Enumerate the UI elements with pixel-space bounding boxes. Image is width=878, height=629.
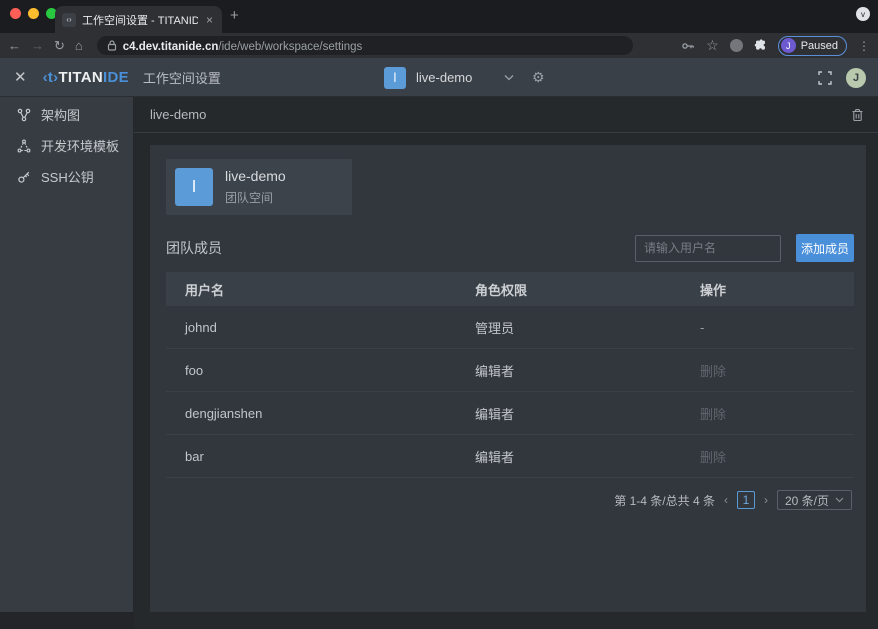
window-controls — [10, 8, 57, 19]
address-bar[interactable]: c4.dev.titanide.cn/ide/web/workspace/set… — [97, 36, 633, 55]
members-section-bar: 团队成员 添加成员 — [166, 234, 854, 262]
code-favicon-icon: ‹› — [62, 13, 76, 27]
window-minimize-button[interactable] — [28, 8, 39, 19]
sidebar-item-dev-env-template[interactable]: 开发环境模板 — [0, 130, 133, 161]
member-role: 管理员 — [475, 318, 700, 337]
member-username: dengjianshen — [185, 406, 475, 421]
tab-close-icon[interactable]: × — [204, 13, 215, 27]
workspace-card-type: 团队空间 — [225, 189, 286, 206]
member-role: 编辑者 — [475, 447, 700, 466]
member-username: johnd — [185, 320, 475, 335]
chevron-down-icon[interactable] — [504, 74, 514, 81]
main-area: live-demo l live-demo 团队空间 团队成员 — [134, 97, 878, 629]
browser-profile-avatar: J — [781, 38, 796, 53]
browser-tab-strip: ‹› 工作空间设置 - TITANIDE × + v — [0, 0, 878, 33]
url-domain: c4.dev.titanide.cn — [123, 41, 219, 53]
pagination: 第 1-4 条/总共 4 条 ‹ 1 › 20 条/页 — [166, 490, 854, 510]
url-path: /ide/web/workspace/settings — [218, 41, 362, 53]
gear-icon[interactable]: ⚙ — [532, 69, 545, 86]
window-close-button[interactable] — [10, 8, 21, 19]
delete-workspace-trash-icon[interactable] — [851, 108, 864, 122]
back-icon[interactable]: ← — [8, 39, 21, 52]
browser-tab[interactable]: ‹› 工作空间设置 - TITANIDE × — [55, 6, 222, 33]
pagination-summary: 第 1-4 条/总共 4 条 — [614, 492, 715, 509]
panel-area: l live-demo 团队空间 团队成员 添加成员 用户名 — [134, 133, 878, 629]
tab-search-icon[interactable]: v — [856, 7, 870, 21]
sidebar-item-label: SSH公钥 — [41, 167, 94, 186]
lock-icon — [107, 40, 117, 51]
page-title: 工作空间设置 — [143, 68, 221, 87]
member-role: 编辑者 — [475, 404, 700, 423]
column-header-username: 用户名 — [185, 280, 475, 299]
sidebar-item-label: 架构图 — [41, 105, 80, 124]
chrome-menu-icon[interactable]: ⋮ — [858, 39, 870, 53]
key-icon[interactable] — [681, 39, 695, 53]
extensions-puzzle-icon[interactable] — [754, 39, 767, 52]
workspace-switcher[interactable]: l live-demo ⚙ — [384, 58, 545, 97]
table-header-row: 用户名 角色权限 操作 — [166, 272, 854, 306]
delete-member-link[interactable]: 删除 — [700, 447, 854, 466]
fullscreen-icon[interactable] — [818, 71, 832, 85]
members-section-title: 团队成员 — [166, 238, 222, 258]
column-header-action: 操作 — [700, 280, 854, 299]
settings-panel: l live-demo 团队空间 团队成员 添加成员 用户名 — [150, 145, 866, 612]
app-close-icon[interactable]: ✕ — [14, 68, 27, 86]
workspace-card-name: live-demo — [225, 168, 286, 184]
workspace-avatar: l — [384, 67, 406, 89]
delete-member-link[interactable]: 删除 — [700, 361, 854, 380]
forward-icon[interactable]: → — [31, 39, 44, 52]
home-icon[interactable]: ⌂ — [75, 39, 83, 52]
template-triangle-icon — [17, 139, 31, 153]
column-header-role: 角色权限 — [475, 280, 700, 299]
workspace-card-avatar: l — [175, 168, 213, 206]
toolbar-right-icons: ☆ J Paused ⋮ — [681, 36, 870, 56]
titanide-logo: ‹t›TITANIDE — [43, 69, 129, 86]
member-action-none: - — [700, 320, 854, 335]
workspace-card: l live-demo 团队空间 — [166, 159, 352, 215]
user-avatar[interactable]: J — [846, 68, 866, 88]
key-icon — [17, 170, 31, 184]
sidebar-item-label: 开发环境模板 — [41, 136, 119, 155]
current-page-button[interactable]: 1 — [737, 491, 755, 509]
select-chevron-icon — [835, 497, 844, 503]
workspace-switcher-name: live-demo — [416, 70, 494, 85]
browser-profile-chip[interactable]: J Paused — [778, 36, 847, 56]
prev-page-icon[interactable]: ‹ — [724, 493, 728, 507]
content-header: live-demo — [134, 97, 878, 133]
page-size-select[interactable]: 20 条/页 — [777, 490, 852, 510]
member-role: 编辑者 — [475, 361, 700, 380]
table-row: foo 编辑者 删除 — [166, 349, 854, 392]
sidebar-item-architecture[interactable]: 架构图 — [0, 99, 133, 130]
app-body: 架构图 开发环境模板 SSH公钥 live-demo l — [0, 97, 878, 629]
app-header: ✕ ‹t›TITANIDE 工作空间设置 l live-demo ⚙ J — [0, 58, 878, 97]
sidebar: 架构图 开发环境模板 SSH公钥 — [0, 97, 134, 612]
reload-icon[interactable]: ↻ — [54, 39, 65, 52]
new-tab-button[interactable]: + — [230, 8, 239, 23]
header-right: J — [818, 58, 866, 97]
browser-toolbar: ← → ↻ ⌂ c4.dev.titanide.cn/ide/web/works… — [0, 33, 878, 58]
extension-circle-icon[interactable] — [730, 39, 743, 52]
member-username: foo — [185, 363, 475, 378]
tab-title: 工作空间设置 - TITANIDE — [82, 12, 198, 28]
table-row: dengjianshen 编辑者 删除 — [166, 392, 854, 435]
table-row: johnd 管理员 - — [166, 306, 854, 349]
add-member-button[interactable]: 添加成员 — [796, 234, 854, 262]
page-size-value: 20 条/页 — [785, 492, 829, 509]
members-table: 用户名 角色权限 操作 johnd 管理员 - foo 编辑者 删除 — [166, 272, 854, 478]
table-row: bar 编辑者 删除 — [166, 435, 854, 478]
workspace-name-heading: live-demo — [150, 107, 206, 122]
next-page-icon[interactable]: › — [764, 493, 768, 507]
delete-member-link[interactable]: 删除 — [700, 404, 854, 423]
username-input[interactable] — [635, 235, 781, 262]
member-username: bar — [185, 449, 475, 464]
bookmark-star-icon[interactable]: ☆ — [706, 39, 719, 52]
sidebar-item-ssh-key[interactable]: SSH公钥 — [0, 161, 133, 192]
sync-paused-label: Paused — [801, 40, 838, 52]
logo-mark: ‹t› — [43, 69, 59, 86]
branch-diagram-icon — [17, 108, 31, 122]
